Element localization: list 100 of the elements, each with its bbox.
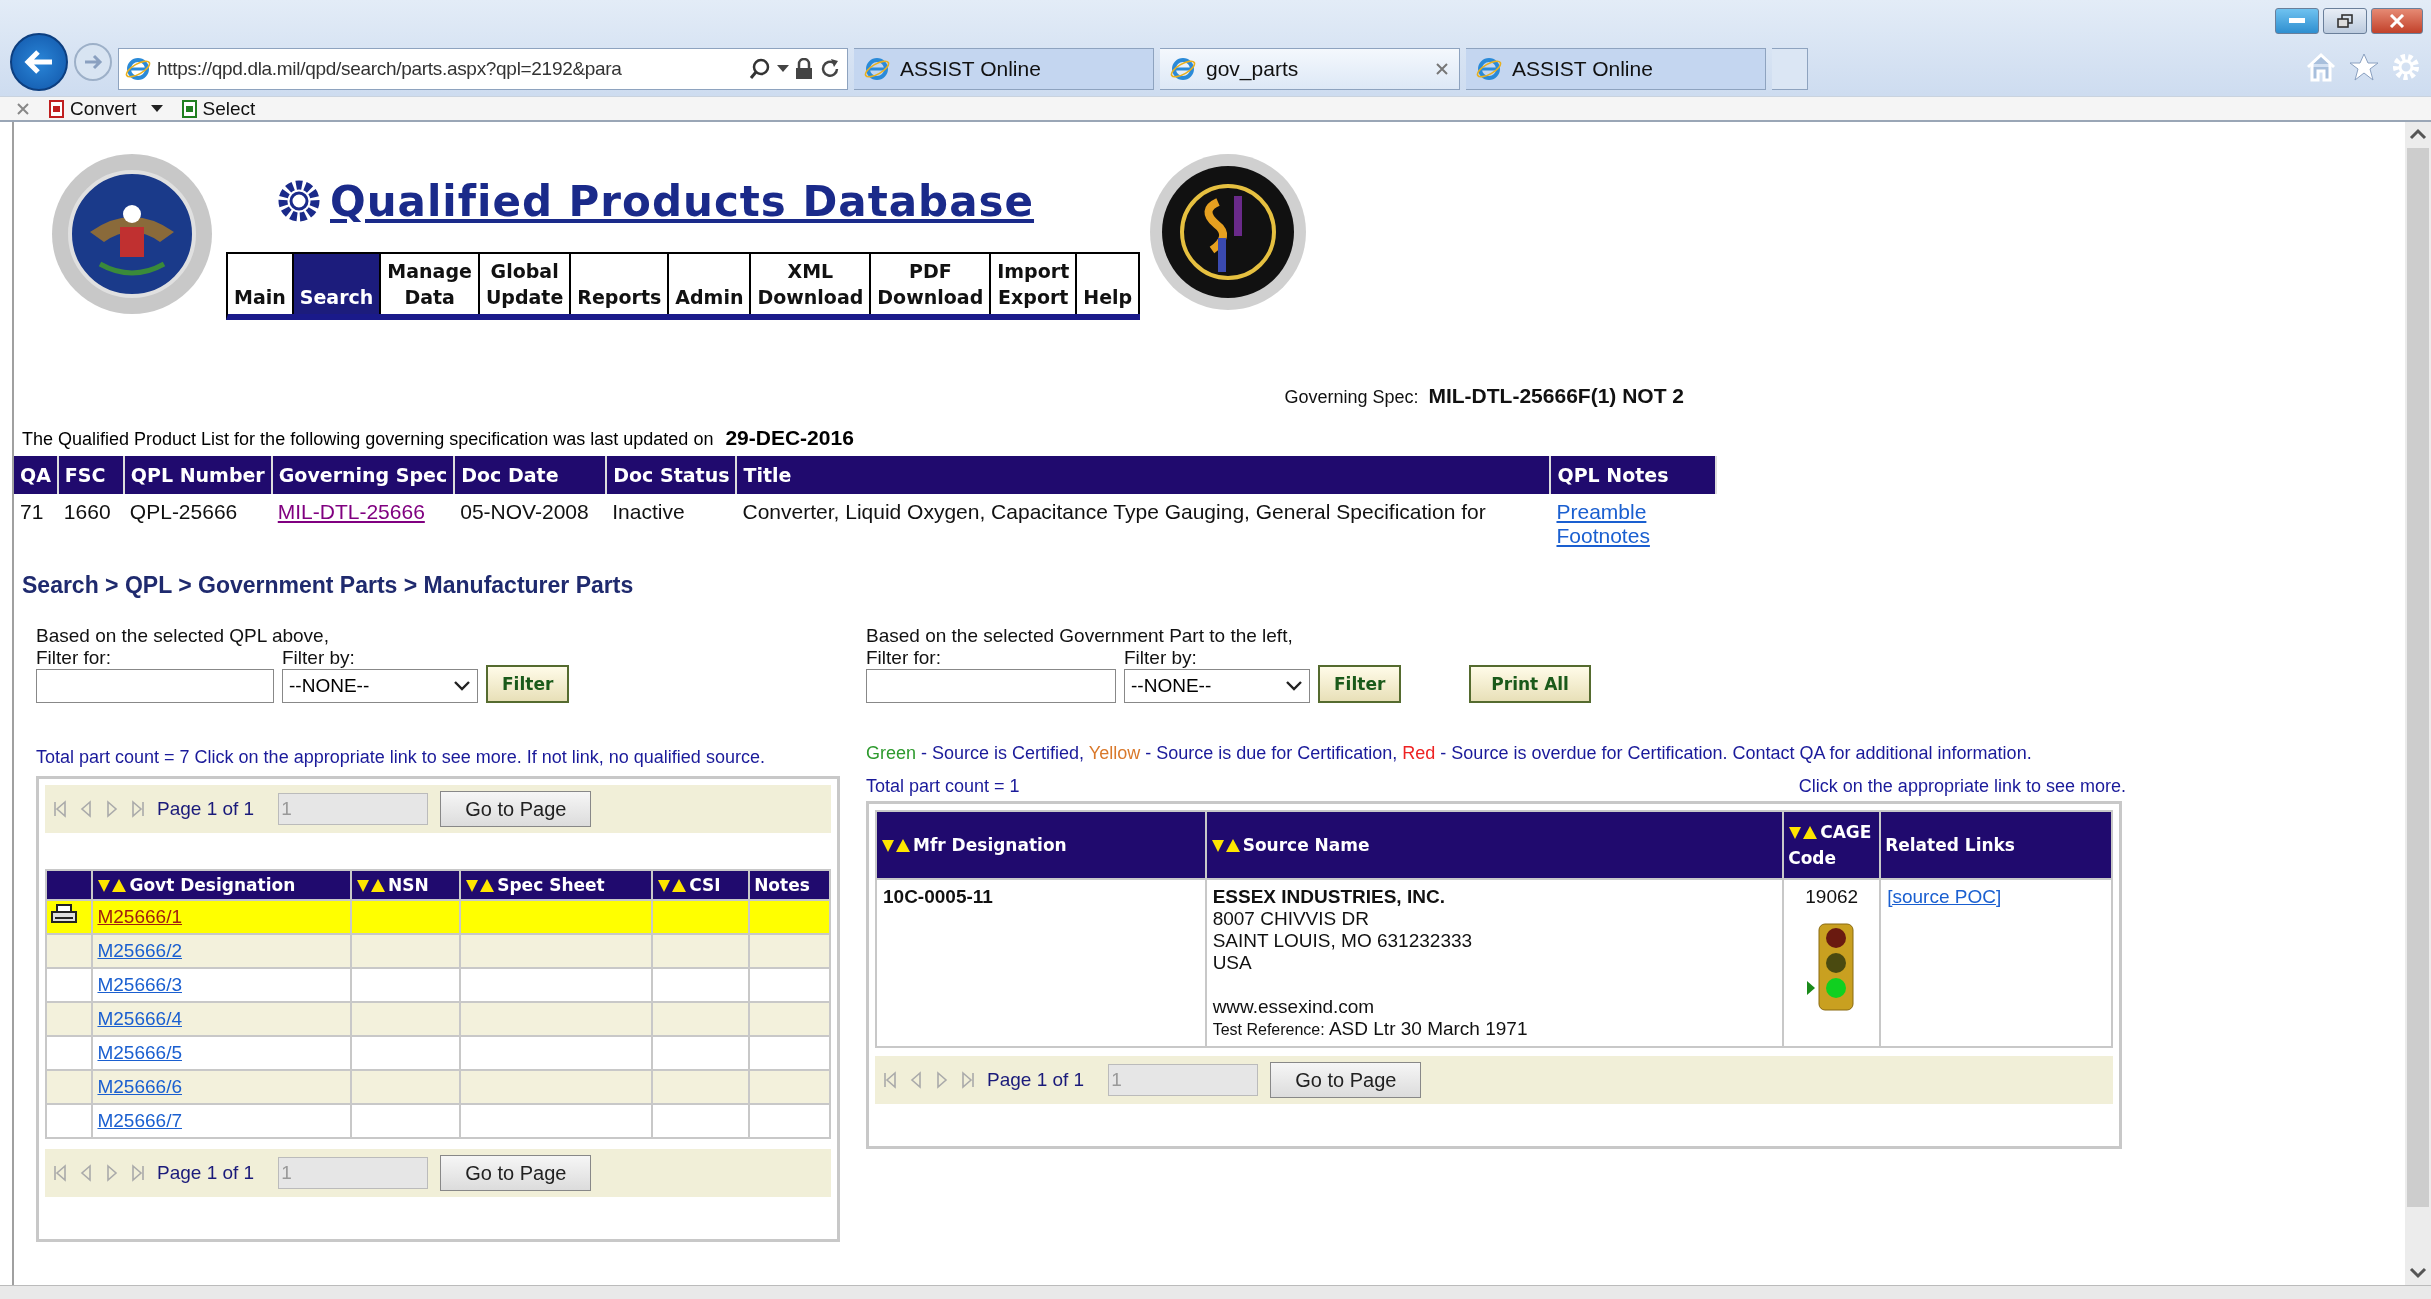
star-icon[interactable] — [2349, 52, 2379, 82]
column-header[interactable]: Source Name — [1205, 811, 1784, 879]
previous-page-icon[interactable] — [79, 800, 93, 818]
nav-tab[interactable]: Search — [293, 254, 382, 314]
previous-page-icon[interactable] — [79, 1164, 93, 1182]
breadcrumb: Search > QPL > Government Parts > Manufacturer Parts — [21, 572, 635, 599]
sort-icon[interactable] — [97, 878, 128, 894]
refresh-icon[interactable] — [819, 58, 841, 80]
site-logo[interactable]: Qualified Products Database — [276, 164, 1141, 238]
part-count-summary: Total part count = 1 — [866, 776, 1020, 797]
minimize-button[interactable] — [2275, 8, 2319, 34]
column-header: QPL Notes — [1550, 456, 1717, 494]
test-reference: Test Reference: ASD Ltr 30 March 1971 — [1212, 1018, 1529, 1040]
scroll-up-icon[interactable] — [2409, 128, 2427, 140]
filter-input[interactable] — [36, 669, 274, 703]
sort-icon[interactable] — [657, 878, 688, 894]
sort-icon[interactable] — [1210, 838, 1241, 854]
browser-tab[interactable]: ASSIST Online — [854, 48, 1154, 90]
column-header: QA — [14, 456, 58, 494]
close-icon[interactable] — [1435, 62, 1449, 76]
column-header[interactable]: Govt Designation — [92, 870, 352, 900]
browser-e-icon — [1476, 56, 1502, 82]
forward-arrow-icon — [83, 53, 103, 71]
lock-icon — [795, 58, 813, 80]
first-page-icon[interactable] — [53, 1164, 67, 1182]
close-icon — [2389, 14, 2405, 28]
notes-link[interactable]: Preamble — [1556, 500, 1647, 524]
printer-icon[interactable] — [51, 903, 77, 926]
home-icon[interactable] — [2305, 52, 2337, 82]
new-tab-button[interactable] — [1772, 48, 1808, 90]
source-poc-link[interactable]: [source POC] — [1887, 886, 2002, 908]
column-header[interactable]: CAGE Code — [1783, 811, 1881, 879]
browser-tab[interactable]: ASSIST Online — [1466, 48, 1766, 90]
dropdown-caret-icon — [1285, 680, 1303, 692]
dropdown-caret-icon — [150, 104, 163, 113]
address-bar[interactable]: https://qpd.dla.mil/qpd/search/parts.aspx?qpl=2192&para — [118, 48, 848, 90]
go-to-page-button[interactable]: Go to Page — [440, 1155, 592, 1191]
tab-title: gov_parts — [1206, 57, 1300, 81]
column-header[interactable]: Spec Sheet — [460, 870, 653, 900]
last-page-icon[interactable] — [131, 800, 145, 818]
print-all-button[interactable]: Print All — [1469, 665, 1591, 703]
filter-for-label: Filter for: — [866, 647, 942, 669]
scrollbar[interactable] — [2405, 122, 2431, 1285]
previous-page-icon[interactable] — [909, 1071, 923, 1089]
sort-icon[interactable] — [1788, 825, 1819, 841]
filter-input[interactable] — [866, 669, 1116, 703]
column-header[interactable]: NSN — [351, 870, 461, 900]
filter-by-select[interactable]: --NONE-- — [282, 669, 478, 703]
first-page-icon[interactable] — [53, 800, 67, 818]
toolbar-button[interactable]: Convert — [48, 97, 163, 120]
search-icon[interactable] — [749, 58, 771, 80]
tab-title: ASSIST Online — [900, 57, 1042, 81]
sort-icon[interactable] — [881, 838, 911, 854]
scroll-down-icon[interactable] — [2409, 1267, 2427, 1279]
last-page-icon[interactable] — [961, 1071, 975, 1089]
address-line: SAINT LOUIS, MO 631232333 — [1212, 930, 1474, 952]
next-page-icon[interactable] — [935, 1071, 949, 1089]
sort-icon[interactable] — [356, 878, 387, 894]
column-header: Governing Spec — [271, 456, 455, 494]
link-hint: Click on the appropriate link to see more. — [1798, 776, 2126, 797]
certification-legend: Green - Source is Certified, Yellow - Source is due for Certification, Red - Source is overdue for Certification. Contact QA for additional information. — [866, 743, 2126, 764]
close-window-button[interactable] — [2371, 8, 2423, 34]
notes-link[interactable]: Footnotes — [1556, 524, 1650, 548]
address-line: 8007 CHIVVIS DR — [1212, 908, 1370, 930]
page-indicator: Page 1 of 1 — [157, 798, 255, 820]
gear-icon — [276, 178, 322, 224]
table-cell: 1660 — [57, 494, 124, 554]
governing-spec-value: MIL-DTL-25666F(1) NOT 2 — [1428, 384, 1684, 408]
next-page-icon[interactable] — [105, 800, 119, 818]
go-to-page-button[interactable]: Go to Page — [1270, 1062, 1422, 1098]
filter-button[interactable]: Filter — [1318, 665, 1402, 703]
go-to-page-button[interactable]: Go to Page — [440, 791, 592, 827]
column-header: FSC — [57, 456, 124, 494]
sort-icon[interactable] — [465, 878, 496, 894]
minimize-icon — [2289, 18, 2305, 24]
table-cell: QPL-25666 — [123, 494, 272, 554]
tab-title: ASSIST Online — [1512, 57, 1654, 81]
spec-link[interactable]: MIL-DTL-25666 — [277, 500, 425, 524]
page-indicator: Page 1 of 1 — [987, 1069, 1085, 1091]
close-icon[interactable] — [16, 101, 30, 116]
next-page-icon[interactable] — [105, 1164, 119, 1182]
filter-by-label: Filter by: — [1124, 647, 1198, 669]
last-page-icon[interactable] — [131, 1164, 145, 1182]
dropdown-caret-icon[interactable] — [777, 65, 789, 73]
filter-button[interactable]: Filter — [486, 665, 570, 703]
toolbar-button[interactable]: Select — [180, 97, 256, 120]
restore-button[interactable] — [2323, 8, 2367, 34]
column-header[interactable]: Mfr Designation — [876, 811, 1206, 879]
first-page-icon[interactable] — [883, 1071, 897, 1089]
forward-button[interactable] — [74, 43, 112, 81]
governing-spec-label: Governing Spec: — [1284, 387, 1419, 408]
back-button[interactable] — [10, 33, 68, 91]
filter-intro: Based on the selected Government Part to the left, — [866, 625, 1294, 647]
browser-tab[interactable]: gov_parts — [1160, 48, 1460, 90]
filter-by-select[interactable]: --NONE-- — [1124, 669, 1310, 703]
back-arrow-icon — [24, 49, 54, 75]
update-date: 29-DEC-2016 — [725, 426, 854, 450]
url-text: https://qpd.dla.mil/qpd/search/parts.aspx?qpl=2192&para — [157, 58, 623, 80]
column-header[interactable]: CSI — [652, 870, 750, 900]
table-cell: 71 — [14, 494, 58, 554]
